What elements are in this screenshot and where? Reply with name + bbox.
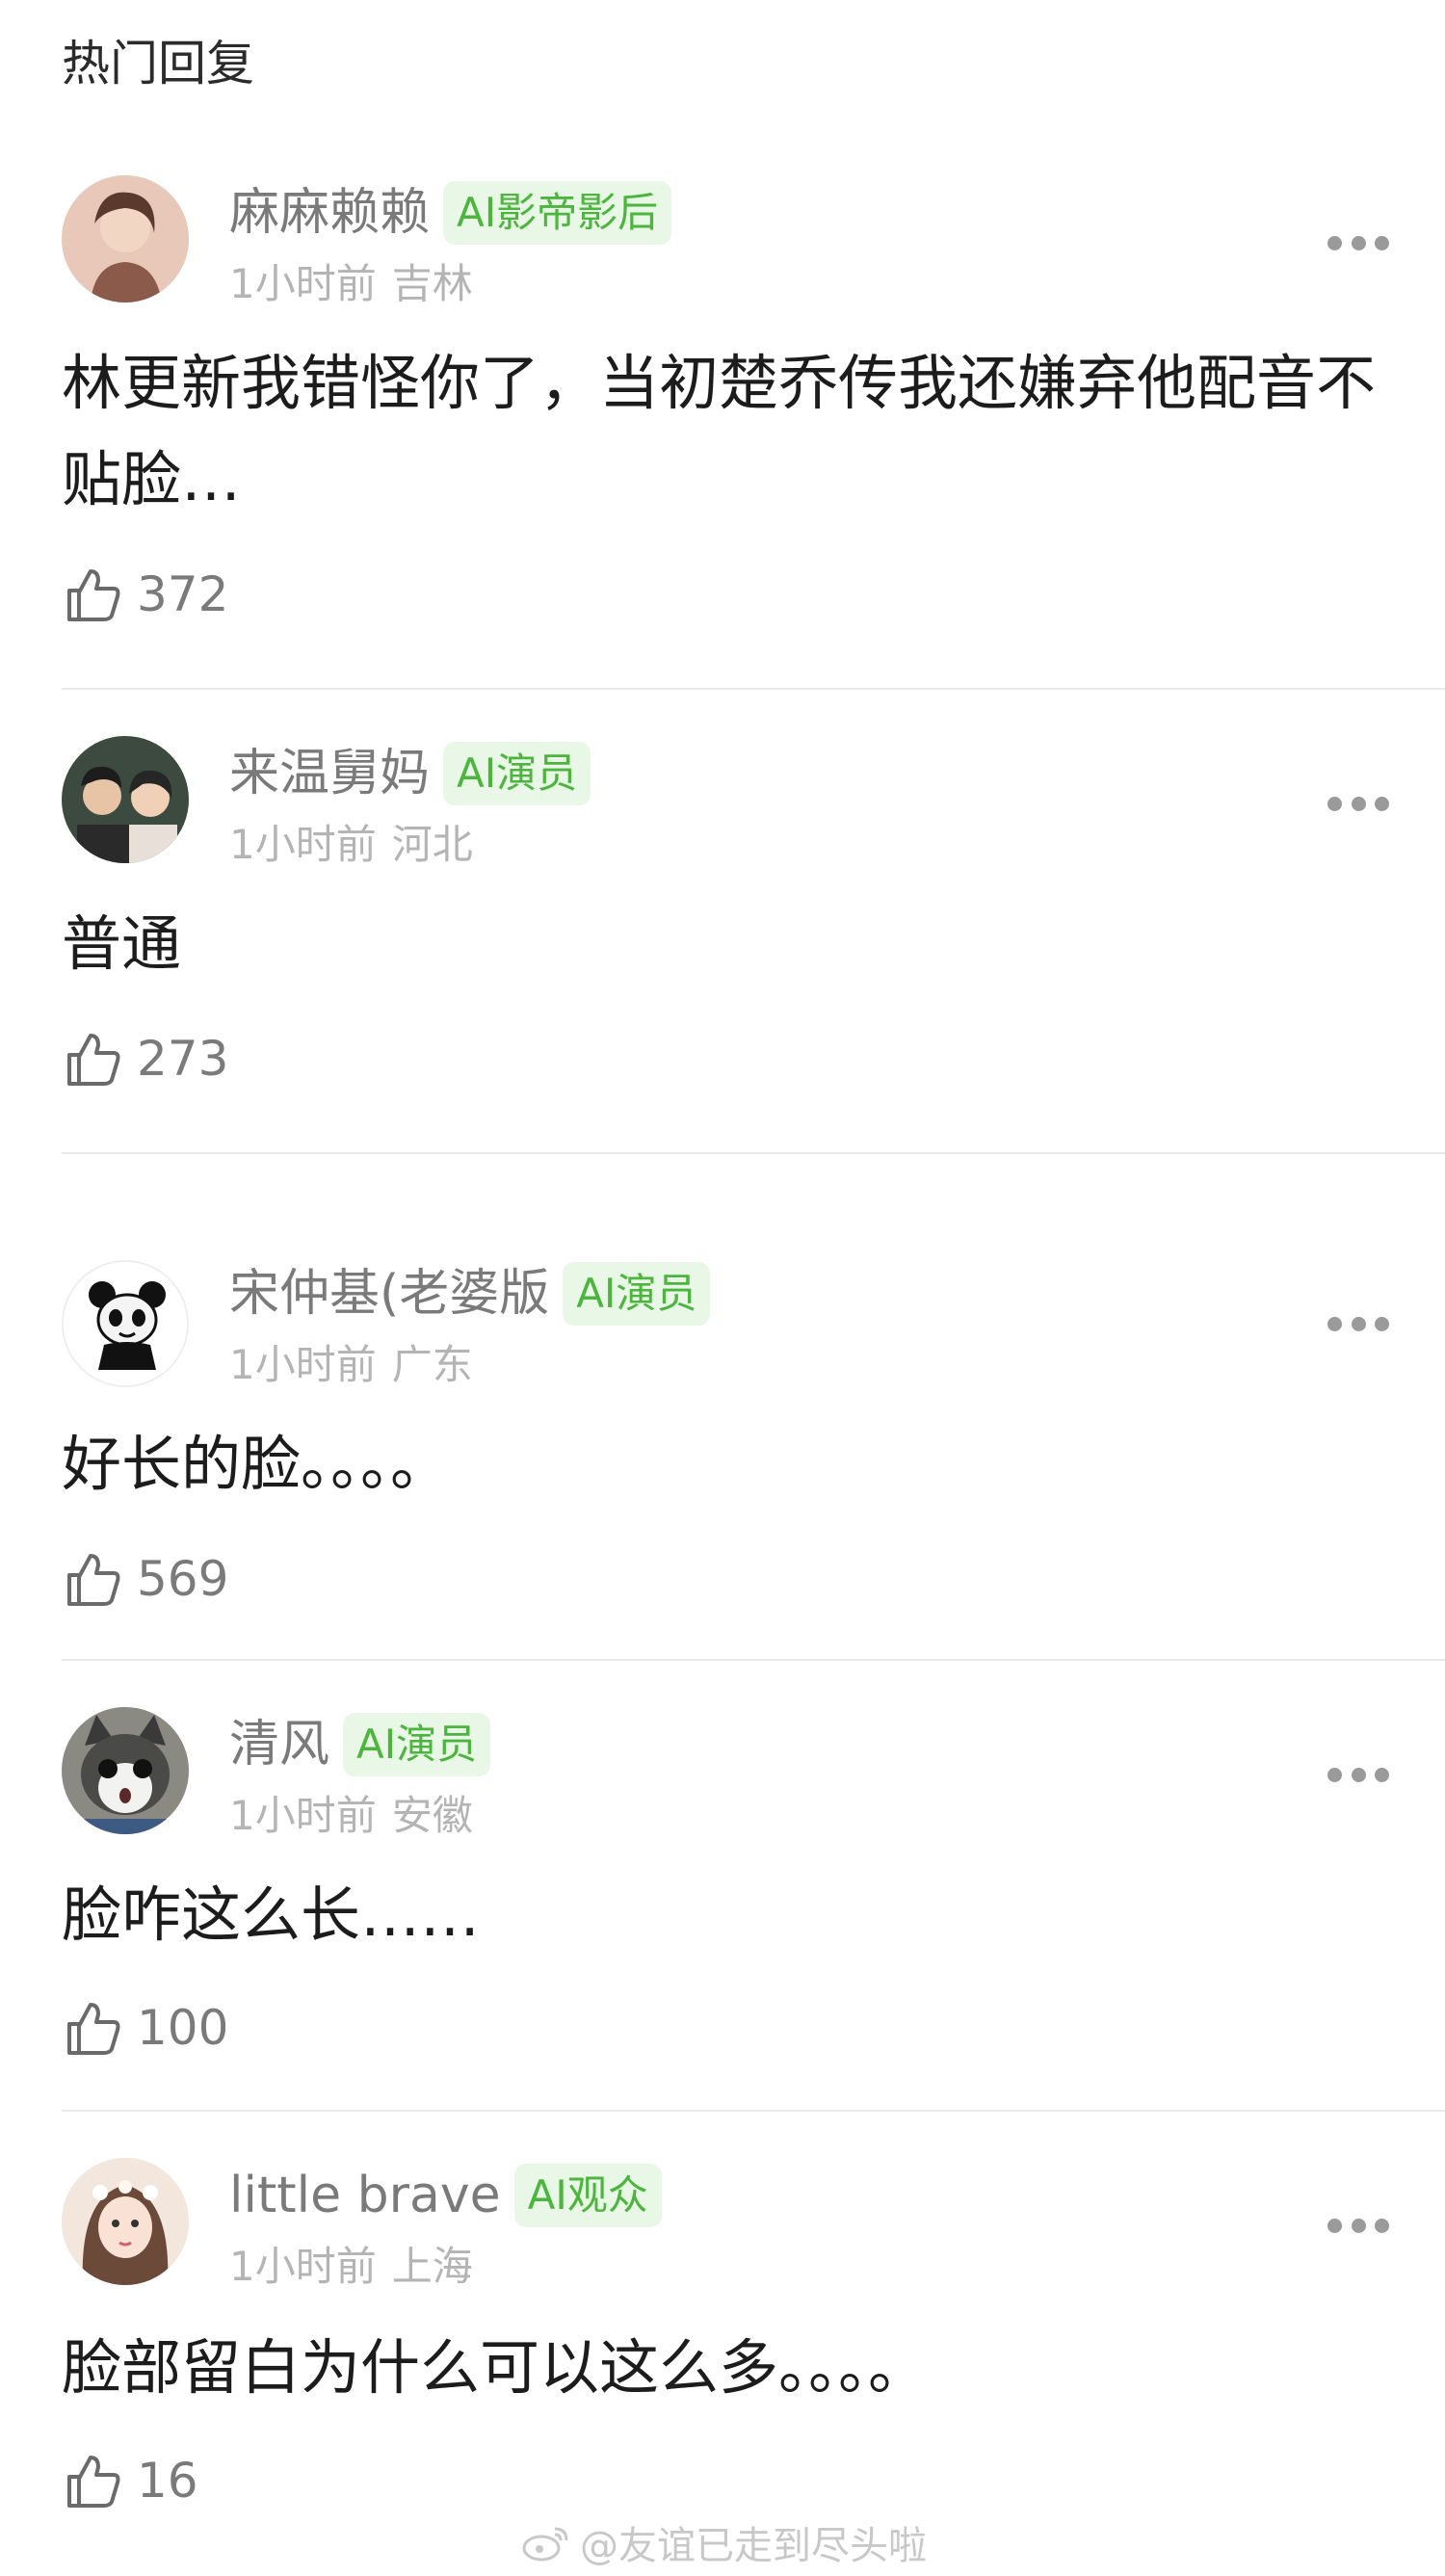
- like-count: 372: [137, 566, 229, 622]
- thumbs-up-icon: [67, 1554, 120, 1606]
- avatar[interactable]: [62, 736, 189, 863]
- comment-location: 广东: [391, 1341, 473, 1388]
- more-dots-icon[interactable]: [1327, 233, 1389, 252]
- watermark: @友谊已走到尽头啦: [520, 2514, 927, 2570]
- like-button[interactable]: 100: [62, 1994, 228, 2062]
- section-title: 热门回复: [62, 36, 254, 92]
- like-count: 16: [137, 2453, 198, 2509]
- like-button[interactable]: 16: [62, 2447, 198, 2514]
- divider: [62, 688, 1445, 690]
- thumbs-up-icon: [67, 1034, 120, 1086]
- thumbs-up-icon: [67, 2003, 120, 2055]
- comment-content: 脸部留白为什么可以这么多。。。。: [62, 2332, 929, 2403]
- comment-meta: 1小时前 广东: [229, 1339, 473, 1391]
- comment-content: 林更新我错怪你了，当初楚乔传我还嫌弃他配音不贴脸…: [62, 348, 1377, 514]
- like-button[interactable]: 372: [62, 561, 228, 628]
- user-badge: AI影帝影后: [443, 181, 672, 245]
- like-count: 100: [137, 2000, 229, 2056]
- watermark-text: @友谊已走到尽头啦: [580, 2524, 927, 2568]
- more-dots-icon[interactable]: [1327, 794, 1389, 813]
- username[interactable]: 麻麻赖赖: [229, 179, 430, 247]
- comment-time: 1小时前: [229, 2243, 377, 2290]
- comment-content: 脸咋这么长……: [62, 1879, 481, 1950]
- user-badge: AI观众: [513, 2164, 662, 2227]
- username[interactable]: 清风: [229, 1711, 329, 1778]
- comment-location: 安徽: [391, 1792, 473, 1839]
- comment-meta: 1小时前 上海: [229, 2241, 473, 2293]
- avatar[interactable]: [62, 1707, 189, 1834]
- user-badge: AI演员: [343, 1713, 491, 1776]
- like-count: 273: [137, 1031, 229, 1087]
- comment-meta: 1小时前 吉林: [229, 258, 473, 310]
- comment-time: 1小时前: [229, 260, 377, 307]
- comment-time: 1小时前: [229, 1341, 377, 1388]
- comment-time: 1小时前: [229, 821, 377, 868]
- divider: [62, 1152, 1445, 1154]
- comment-time: 1小时前: [229, 1792, 377, 1839]
- thumbs-up-icon: [67, 569, 120, 621]
- divider: [62, 2110, 1445, 2112]
- like-button[interactable]: 569: [62, 1545, 228, 1613]
- comment-location: 上海: [391, 2243, 473, 2290]
- username[interactable]: little brave: [229, 2162, 501, 2229]
- comment-meta: 1小时前 河北: [229, 819, 473, 871]
- avatar[interactable]: [62, 2158, 189, 2285]
- comment-content: 普通: [62, 908, 182, 979]
- more-dots-icon[interactable]: [1327, 1765, 1389, 1784]
- user-badge: AI演员: [443, 742, 591, 805]
- username[interactable]: 宋仲基(老婆版: [229, 1260, 549, 1327]
- avatar[interactable]: [62, 175, 189, 302]
- username[interactable]: 来温舅妈: [229, 740, 430, 807]
- more-dots-icon[interactable]: [1327, 2216, 1389, 2235]
- comment-location: 河北: [391, 821, 473, 868]
- like-count: 569: [137, 1551, 229, 1607]
- like-button[interactable]: 273: [62, 1025, 228, 1092]
- avatar[interactable]: [62, 1260, 189, 1387]
- hot-replies-page: 热门回复 麻麻赖赖 AI影帝影后 1小时前 吉林 林更新我错怪你了，当初楚乔传我还…: [0, 0, 1445, 2576]
- comment-meta: 1小时前 安徽: [229, 1790, 473, 1842]
- more-dots-icon[interactable]: [1327, 1314, 1389, 1333]
- comment-location: 吉林: [391, 260, 473, 307]
- weibo-logo-icon: [522, 2527, 568, 2562]
- comment-content: 好长的脸。。。。: [62, 1429, 451, 1499]
- user-badge: AI演员: [563, 1262, 711, 1326]
- thumbs-up-icon: [67, 2456, 120, 2508]
- divider: [62, 1659, 1445, 1661]
